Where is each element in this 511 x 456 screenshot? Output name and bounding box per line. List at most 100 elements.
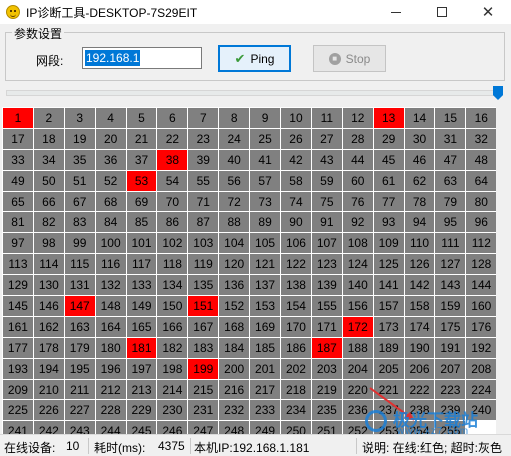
ip-cell-232[interactable]: 232 — [219, 400, 250, 421]
ip-cell-74[interactable]: 74 — [281, 191, 311, 212]
ip-cell-197[interactable]: 197 — [126, 358, 157, 379]
ip-cell-107[interactable]: 107 — [311, 233, 342, 254]
ip-cell-7[interactable]: 7 — [188, 108, 219, 128]
ip-cell-231[interactable]: 231 — [188, 400, 219, 421]
ip-cell-95[interactable]: 95 — [435, 212, 466, 233]
ip-cell-33[interactable]: 33 — [3, 149, 33, 170]
ip-cell-177[interactable]: 177 — [3, 337, 33, 358]
ip-cell-10[interactable]: 10 — [281, 108, 311, 128]
ip-cell-117[interactable]: 117 — [126, 254, 157, 275]
ip-cell-212[interactable]: 212 — [95, 379, 126, 400]
ip-cell-139[interactable]: 139 — [311, 275, 342, 296]
ip-cell-51[interactable]: 51 — [64, 170, 95, 191]
ip-cell-103[interactable]: 103 — [188, 233, 219, 254]
ip-cell-32[interactable]: 32 — [466, 128, 497, 149]
ip-cell-2[interactable]: 2 — [33, 108, 64, 128]
ip-cell-14[interactable]: 14 — [404, 108, 435, 128]
ip-cell-69[interactable]: 69 — [126, 191, 157, 212]
ip-cell-142[interactable]: 142 — [404, 275, 435, 296]
ip-cell-188[interactable]: 188 — [342, 337, 373, 358]
ip-cell-137[interactable]: 137 — [250, 275, 281, 296]
ip-cell-121[interactable]: 121 — [250, 254, 281, 275]
ip-cell-200[interactable]: 200 — [219, 358, 250, 379]
ip-cell-185[interactable]: 185 — [250, 337, 281, 358]
ip-cell-217[interactable]: 217 — [250, 379, 281, 400]
ip-cell-66[interactable]: 66 — [33, 191, 64, 212]
ip-cell-23[interactable]: 23 — [188, 128, 219, 149]
ip-cell-176[interactable]: 176 — [466, 316, 497, 337]
ip-cell-34[interactable]: 34 — [33, 149, 64, 170]
ip-cell-143[interactable]: 143 — [435, 275, 466, 296]
ip-cell-198[interactable]: 198 — [157, 358, 188, 379]
ip-cell-166[interactable]: 166 — [157, 316, 188, 337]
ip-cell-55[interactable]: 55 — [188, 170, 219, 191]
ip-cell-49[interactable]: 49 — [3, 170, 33, 191]
ip-cell-12[interactable]: 12 — [342, 108, 373, 128]
ip-cell-133[interactable]: 133 — [126, 275, 157, 296]
ip-cell-80[interactable]: 80 — [466, 191, 497, 212]
ip-cell-111[interactable]: 111 — [435, 233, 466, 254]
ip-cell-148[interactable]: 148 — [95, 296, 126, 316]
ip-cell-234[interactable]: 234 — [281, 400, 311, 421]
ip-cell-129[interactable]: 129 — [3, 275, 33, 296]
ip-cell-128[interactable]: 128 — [466, 254, 497, 275]
ip-cell-154[interactable]: 154 — [281, 296, 311, 316]
ip-cell-119[interactable]: 119 — [188, 254, 219, 275]
ip-cell-6[interactable]: 6 — [157, 108, 188, 128]
ip-cell-175[interactable]: 175 — [435, 316, 466, 337]
ip-cell-227[interactable]: 227 — [64, 400, 95, 421]
ip-cell-94[interactable]: 94 — [404, 212, 435, 233]
ip-cell-85[interactable]: 85 — [126, 212, 157, 233]
ip-cell-204[interactable]: 204 — [342, 358, 373, 379]
ip-cell-114[interactable]: 114 — [33, 254, 64, 275]
ip-cell-57[interactable]: 57 — [250, 170, 281, 191]
ip-cell-3[interactable]: 3 — [64, 108, 95, 128]
ip-cell-112[interactable]: 112 — [466, 233, 497, 254]
ip-cell-13[interactable]: 13 — [373, 108, 404, 128]
ip-cell-123[interactable]: 123 — [311, 254, 342, 275]
ip-cell-170[interactable]: 170 — [281, 316, 311, 337]
ip-cell-199[interactable]: 199 — [188, 358, 219, 379]
ip-cell-76[interactable]: 76 — [342, 191, 373, 212]
ip-cell-144[interactable]: 144 — [466, 275, 497, 296]
ip-cell-132[interactable]: 132 — [95, 275, 126, 296]
ip-cell-194[interactable]: 194 — [33, 358, 64, 379]
ip-cell-47[interactable]: 47 — [435, 149, 466, 170]
ip-cell-40[interactable]: 40 — [219, 149, 250, 170]
ip-cell-145[interactable]: 145 — [3, 296, 33, 316]
ip-cell-178[interactable]: 178 — [33, 337, 64, 358]
ip-cell-122[interactable]: 122 — [281, 254, 311, 275]
ip-cell-96[interactable]: 96 — [466, 212, 497, 233]
ip-cell-64[interactable]: 64 — [466, 170, 497, 191]
ip-cell-171[interactable]: 171 — [311, 316, 342, 337]
ip-cell-158[interactable]: 158 — [404, 296, 435, 316]
ip-cell-61[interactable]: 61 — [373, 170, 404, 191]
ip-cell-90[interactable]: 90 — [281, 212, 311, 233]
ip-cell-73[interactable]: 73 — [250, 191, 281, 212]
ip-cell-5[interactable]: 5 — [126, 108, 157, 128]
ip-cell-219[interactable]: 219 — [311, 379, 342, 400]
ip-cell-15[interactable]: 15 — [435, 108, 466, 128]
ip-cell-109[interactable]: 109 — [373, 233, 404, 254]
ip-cell-54[interactable]: 54 — [157, 170, 188, 191]
ip-cell-16[interactable]: 16 — [466, 108, 497, 128]
ip-cell-25[interactable]: 25 — [250, 128, 281, 149]
ip-cell-35[interactable]: 35 — [64, 149, 95, 170]
ip-cell-203[interactable]: 203 — [311, 358, 342, 379]
ip-cell-209[interactable]: 209 — [3, 379, 33, 400]
ip-cell-168[interactable]: 168 — [219, 316, 250, 337]
ip-cell-195[interactable]: 195 — [64, 358, 95, 379]
ip-cell-105[interactable]: 105 — [250, 233, 281, 254]
ip-cell-165[interactable]: 165 — [126, 316, 157, 337]
ip-cell-205[interactable]: 205 — [373, 358, 404, 379]
ip-cell-156[interactable]: 156 — [342, 296, 373, 316]
ip-cell-43[interactable]: 43 — [311, 149, 342, 170]
slider-thumb[interactable] — [493, 86, 503, 100]
ip-cell-68[interactable]: 68 — [95, 191, 126, 212]
ip-cell-18[interactable]: 18 — [33, 128, 64, 149]
ip-cell-115[interactable]: 115 — [64, 254, 95, 275]
ip-cell-45[interactable]: 45 — [373, 149, 404, 170]
segment-input[interactable]: 192.168.1 — [82, 47, 202, 69]
ip-cell-88[interactable]: 88 — [219, 212, 250, 233]
ip-cell-146[interactable]: 146 — [33, 296, 64, 316]
